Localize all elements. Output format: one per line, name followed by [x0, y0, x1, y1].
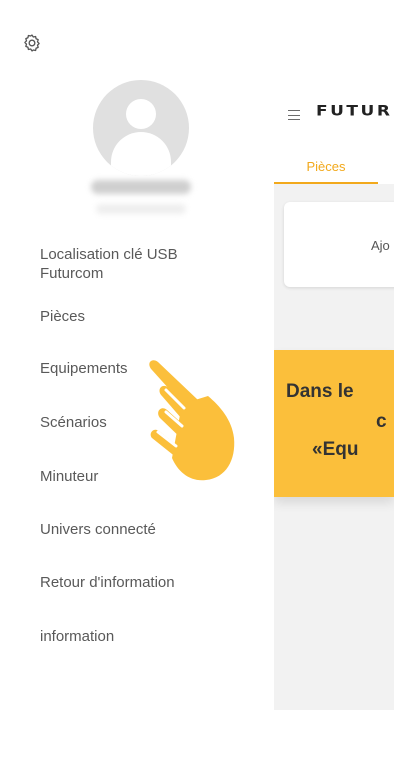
gear-icon[interactable] — [22, 33, 42, 53]
avatar-head — [126, 99, 156, 129]
menu-item-usb-key-label-2: Futurcom — [40, 265, 104, 282]
menu-item-information[interactable]: information — [40, 627, 114, 646]
menu-item-equipements[interactable]: Equipements — [40, 359, 128, 378]
add-card-label: Ajo — [371, 238, 390, 253]
menu-item-usb-key[interactable]: Localisation clé USB Futurcom — [40, 245, 178, 283]
banner-line-3: «Equ — [312, 439, 359, 460]
add-card[interactable]: Ajo — [284, 202, 394, 287]
app-header: FUTUR — [274, 95, 394, 135]
menu-item-retour-information[interactable]: Retour d'information — [40, 573, 175, 592]
tab-bar: Pièces — [274, 152, 394, 185]
user-subtitle-blurred — [96, 204, 186, 214]
avatar-body — [111, 132, 171, 176]
menu-item-pieces[interactable]: Pièces — [40, 307, 85, 326]
banner-line-2: c — [376, 411, 387, 432]
menu-item-minuteur[interactable]: Minuteur — [40, 467, 98, 486]
tutorial-banner: Dans le c «Equ — [274, 350, 394, 497]
user-name-blurred — [91, 180, 191, 194]
main-app-view: FUTUR Pièces Ajo Dans le c «Equ — [274, 0, 394, 771]
tab-pieces[interactable]: Pièces — [274, 152, 378, 184]
menu-item-usb-key-label: Localisation clé USB — [40, 246, 178, 263]
user-avatar-icon[interactable] — [93, 80, 189, 176]
brand-logo: FUTUR — [316, 103, 393, 120]
pointing-hand-icon — [142, 356, 242, 486]
menu-item-univers-connecte[interactable]: Univers connecté — [40, 520, 156, 539]
hamburger-menu-icon[interactable] — [288, 110, 300, 121]
banner-line-1: Dans le — [286, 381, 354, 402]
menu-item-scenarios[interactable]: Scénarios — [40, 413, 107, 432]
